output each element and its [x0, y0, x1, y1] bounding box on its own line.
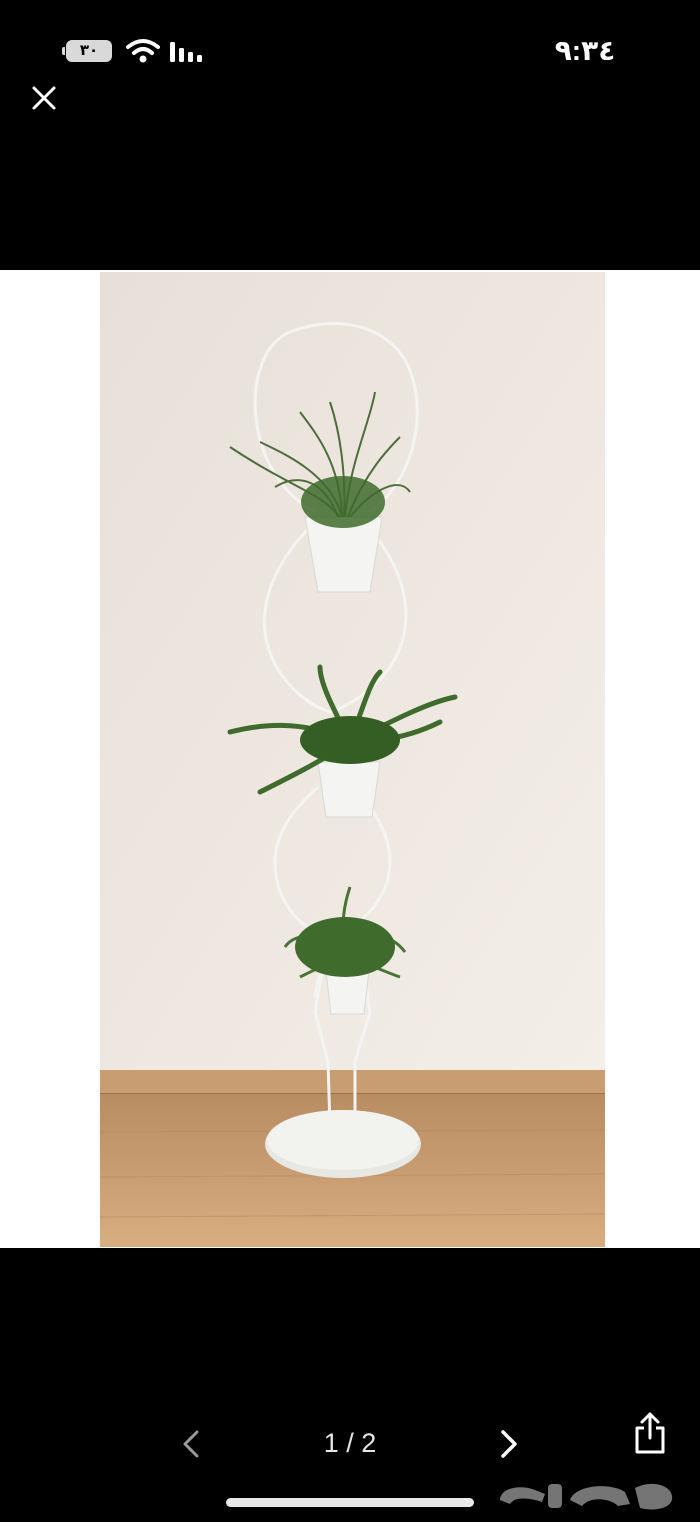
status-bar: ٣٠ ٩:٣٤ — [0, 0, 700, 70]
haraj-logo-watermark — [500, 1483, 673, 1510]
product-photo — [100, 272, 605, 1247]
image-viewer[interactable] — [0, 270, 700, 1248]
chevron-left-icon[interactable] — [172, 1424, 212, 1464]
battery-icon: ٣٠ — [62, 40, 112, 62]
status-time: ٩:٣٤ — [554, 35, 616, 66]
share-icon[interactable] — [630, 1410, 670, 1456]
page-counter: 1 / 2 — [323, 1428, 377, 1458]
close-icon[interactable] — [26, 80, 62, 116]
home-indicator — [226, 1498, 474, 1507]
battery-level: ٣٠ — [79, 42, 99, 59]
wifi-icon — [126, 39, 160, 63]
signal-icon — [170, 42, 202, 62]
chevron-right-icon[interactable] — [488, 1424, 528, 1464]
